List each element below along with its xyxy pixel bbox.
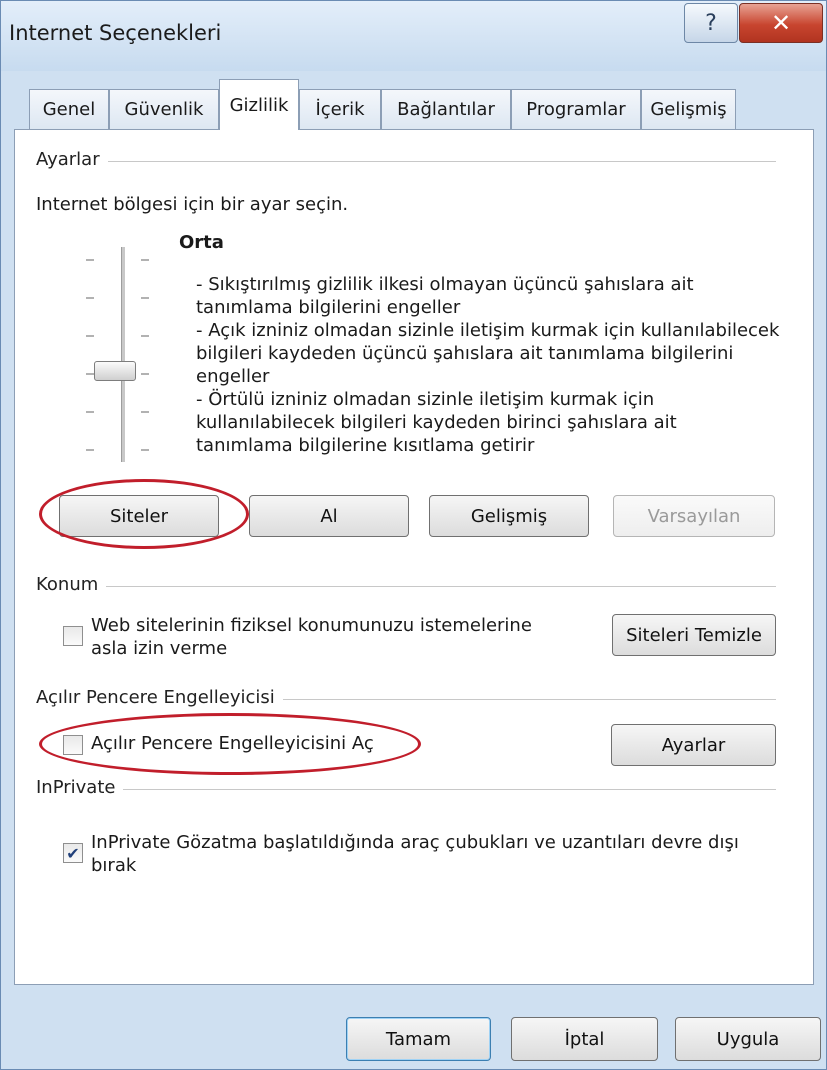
button-label: Uygula: [716, 1028, 780, 1050]
description-line: kullanılabilecek bilgileri kaydeden biri…: [196, 412, 677, 433]
checkmark-icon: ✔: [66, 843, 80, 863]
button-label: Ayarlar: [661, 734, 726, 756]
tab-gelismis[interactable]: Gelişmiş: [641, 89, 736, 129]
inprivate-checkbox-label: InPrivate Gözatma başlatıldığında araç ç…: [91, 832, 739, 853]
import-button[interactable]: Al: [249, 495, 409, 537]
description-line: - Örtülü izniniz olmadan sizinle iletişi…: [196, 389, 655, 410]
popup-blocker-checkbox-label: Açılır Pencere Engelleyicisini Aç: [91, 733, 374, 754]
slider-tick: [86, 449, 94, 451]
tab-label: Bağlantılar: [397, 99, 495, 120]
slider-tick: [141, 259, 149, 261]
apply-button[interactable]: Uygula: [675, 1017, 821, 1061]
question-mark-icon: ?: [705, 10, 717, 36]
slider-track: [121, 247, 125, 462]
privacy-level-title: Orta: [179, 232, 224, 253]
button-label: Tamam: [385, 1028, 452, 1050]
tab-guvenlik[interactable]: Güvenlik: [109, 89, 219, 129]
close-button[interactable]: ✕: [739, 3, 823, 43]
button-label: Varsayılan: [647, 505, 741, 527]
slider-tick: [141, 297, 149, 299]
close-x-icon: ✕: [770, 9, 792, 37]
description-line: - Açık izniniz olmadan sizinle iletişim …: [196, 320, 780, 341]
slider-tick: [141, 373, 149, 375]
slider-tick: [86, 373, 94, 375]
help-button[interactable]: ?: [684, 3, 738, 43]
settings-group-label: Ayarlar: [36, 149, 108, 170]
description-line: bilgileri kaydeden üçüncü şahıslara ait …: [196, 343, 734, 364]
title-bar: Internet Seçenekleri ? ✕: [1, 1, 826, 71]
tab-label: Gizlilik: [229, 94, 289, 116]
location-group-label: Konum: [36, 574, 107, 595]
default-button: Varsayılan: [613, 495, 775, 537]
button-label: Gelişmiş: [470, 505, 548, 527]
inprivate-group-divider: [36, 789, 776, 790]
slider-tick: [86, 335, 94, 337]
inprivate-checkbox[interactable]: ✔: [63, 843, 83, 863]
slider-tick: [141, 449, 149, 451]
cancel-button[interactable]: İptal: [511, 1017, 658, 1061]
internet-options-dialog: Internet Seçenekleri ? ✕ Genel Güvenlik …: [0, 0, 827, 1070]
description-line: - Sıkıştırılmış gizlilik ilkesi olmayan …: [196, 274, 694, 295]
advanced-button[interactable]: Gelişmiş: [429, 495, 589, 537]
description-line: tanımlama bilgilerini engeller: [196, 297, 461, 318]
location-checkbox[interactable]: [63, 626, 83, 646]
button-label: Siteler: [109, 505, 169, 527]
ok-button[interactable]: Tamam: [346, 1017, 491, 1061]
window-title: Internet Seçenekleri: [9, 21, 222, 45]
tab-programlar[interactable]: Programlar: [511, 89, 641, 129]
slider-tick: [86, 411, 94, 413]
settings-group-divider: [36, 161, 776, 162]
tab-label: Gelişmiş: [650, 99, 727, 120]
inprivate-group-label: InPrivate: [36, 777, 124, 798]
tab-baglantilar[interactable]: Bağlantılar: [381, 89, 511, 129]
location-group-divider: [36, 586, 776, 587]
tab-label: Genel: [42, 99, 96, 120]
slider-tick: [86, 297, 94, 299]
slider-thumb[interactable]: [94, 361, 136, 381]
tab-gizlilik[interactable]: Gizlilik: [219, 79, 299, 130]
tab-label: Güvenlik: [124, 99, 204, 120]
description-line: tanımlama bilgilerine kısıtlama getirir: [196, 435, 535, 456]
slider-tick: [141, 411, 149, 413]
button-label: Siteleri Temizle: [626, 624, 762, 646]
tab-icerik[interactable]: İçerik: [299, 89, 381, 129]
description-line: engeller: [196, 366, 270, 387]
location-checkbox-label: asla izin verme: [91, 638, 228, 659]
settings-instruction: Internet bölgesi için bir ayar seçin.: [36, 194, 349, 215]
popup-blocker-checkbox[interactable]: [63, 735, 83, 755]
popup-settings-button[interactable]: Ayarlar: [611, 724, 776, 766]
button-label: İptal: [564, 1028, 605, 1050]
tab-label: İçerik: [315, 99, 365, 120]
tab-genel[interactable]: Genel: [29, 89, 109, 129]
slider-tick: [141, 335, 149, 337]
inprivate-checkbox-label: bırak: [91, 855, 137, 876]
tab-label: Programlar: [526, 99, 626, 120]
clear-sites-button[interactable]: Siteleri Temizle: [612, 614, 776, 656]
popup-group-label: Açılır Pencere Engelleyicisi: [36, 687, 283, 708]
sites-button[interactable]: Siteler: [59, 495, 219, 537]
button-label: Al: [320, 505, 338, 527]
location-checkbox-label: Web sitelerinin fiziksel konumunuzu iste…: [91, 615, 532, 636]
slider-tick: [86, 259, 94, 261]
